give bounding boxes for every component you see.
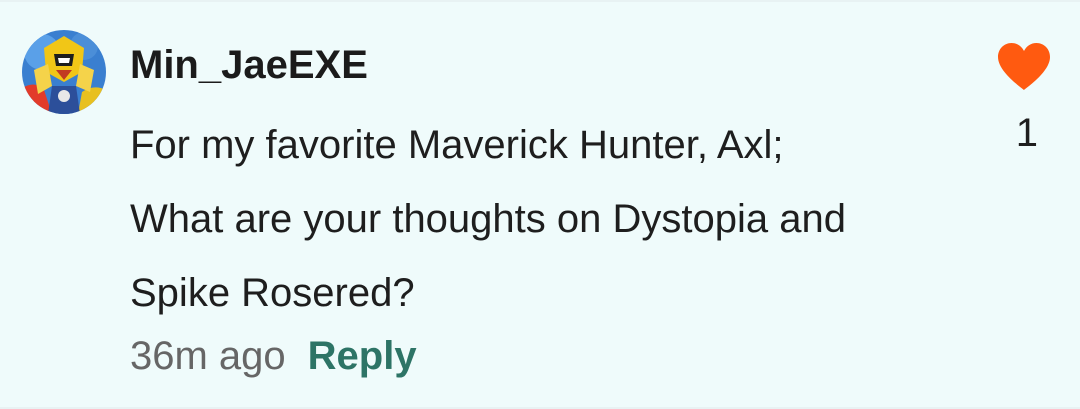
like-button[interactable] xyxy=(996,42,1052,92)
comment-line: For my favorite Maverick Hunter, Axl; xyxy=(130,123,784,167)
comment-line: Spike Rosered? xyxy=(130,271,415,315)
heart-icon xyxy=(998,43,1050,90)
like-count: 1 xyxy=(1015,111,1038,155)
comment-meta: 36m ago Reply xyxy=(130,328,417,384)
comment-line: What are your thoughts on Dystopia and xyxy=(130,197,846,241)
comment-body: For my favorite Maverick Hunter, Axl; Wh… xyxy=(130,108,970,330)
comment-item: Min_JaeEXE For my favorite Maverick Hunt… xyxy=(0,0,1080,409)
timestamp: 36m ago xyxy=(130,334,286,378)
username[interactable]: Min_JaeEXE xyxy=(130,40,368,90)
reply-button[interactable]: Reply xyxy=(308,334,417,378)
avatar[interactable] xyxy=(22,30,106,114)
avatar-image xyxy=(22,30,106,114)
